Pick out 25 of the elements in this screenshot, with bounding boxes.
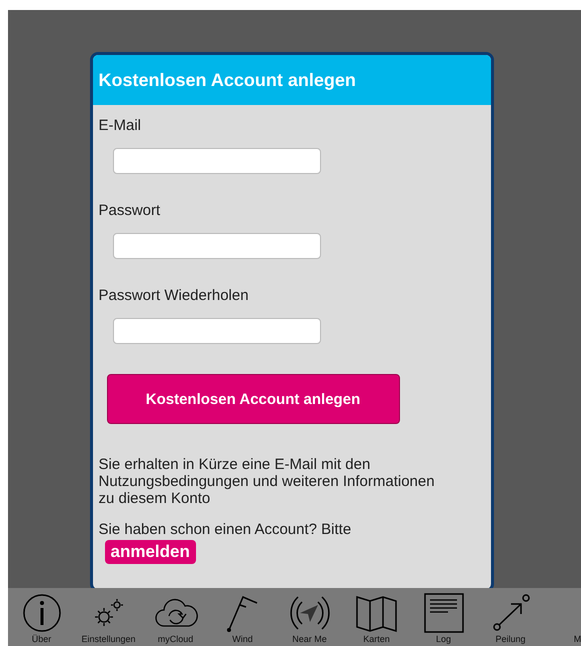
info-text: Sie erhalten in Kürze eine E-Mail mit den Nutzungsbedingungen und weiteren Informationen zu diesem Konto bbox=[98, 456, 436, 507]
info-icon[interactable] bbox=[22, 593, 62, 633]
input-field[interactable] bbox=[112, 148, 320, 174]
bearing-arrow-icon[interactable] bbox=[490, 593, 530, 633]
login-prompt: Sie haben schon einen Account? Bitte bbox=[98, 521, 352, 538]
field-label: E-Mail bbox=[98, 117, 142, 134]
toolbar-label[interactable]: Karten bbox=[363, 634, 390, 644]
document-icon[interactable] bbox=[424, 593, 464, 633]
field-label: Passwort Wiederholen bbox=[98, 287, 249, 304]
input-field[interactable] bbox=[112, 233, 320, 259]
dialog-title: Kostenlosen Account anlegen bbox=[98, 70, 356, 90]
toolbar-label[interactable]: Peilung bbox=[495, 634, 526, 644]
field-label: Passwort bbox=[98, 202, 160, 219]
toolbar-label[interactable]: Near Me bbox=[292, 634, 327, 644]
input-field[interactable] bbox=[112, 318, 320, 344]
login-button[interactable]: anmelden bbox=[104, 540, 196, 564]
toolbar-label[interactable]: M bbox=[574, 634, 581, 644]
map-icon[interactable] bbox=[356, 593, 398, 633]
toolbar-label[interactable]: myCloud bbox=[158, 634, 194, 644]
toolbar-label[interactable]: Einstellungen bbox=[81, 634, 136, 644]
toolbar-label[interactable]: Über bbox=[32, 634, 52, 644]
toolbar-label[interactable]: Log bbox=[436, 634, 452, 644]
wind-barb-icon[interactable] bbox=[226, 593, 260, 633]
submit-button[interactable]: Kostenlosen Account anlegen bbox=[106, 374, 400, 424]
toolbar-label[interactable]: Wind bbox=[232, 634, 253, 644]
